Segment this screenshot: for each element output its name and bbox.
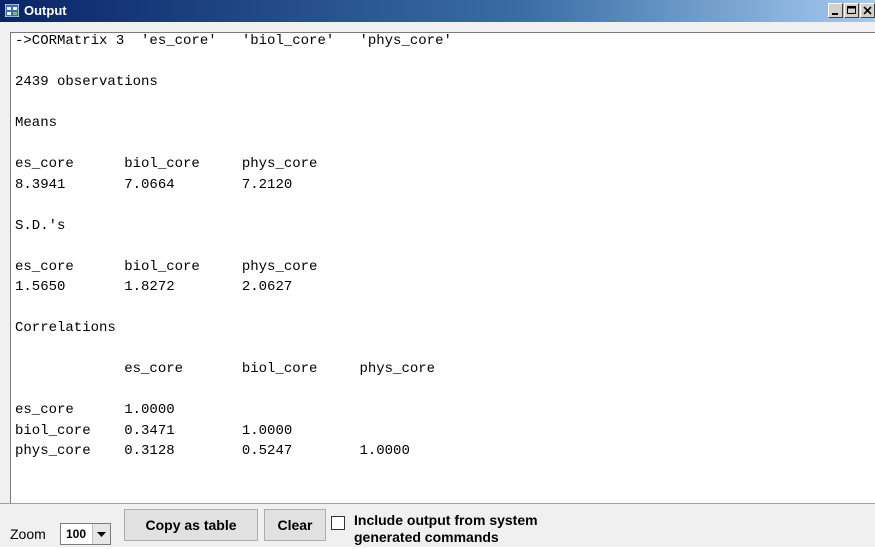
window-frame-left	[0, 22, 10, 508]
chevron-down-icon[interactable]	[92, 524, 110, 544]
zoom-select[interactable]: 100	[60, 523, 111, 545]
close-button[interactable]	[860, 3, 875, 18]
output-line: es_core biol_core phys_core	[15, 156, 318, 172]
output-line: 1.5650 1.8272 2.0627	[15, 279, 293, 295]
minimize-icon	[832, 13, 838, 15]
output-line: Correlations	[15, 320, 116, 336]
output-text-area[interactable]: ->CORMatrix 3 'es_core' 'biol_core' 'phy…	[10, 32, 875, 503]
output-line: es_core biol_core phys_core	[15, 259, 318, 275]
title-bar[interactable]: Output	[0, 0, 875, 22]
zoom-label: Zoom	[10, 526, 46, 542]
window-title: Output	[24, 3, 67, 18]
output-line: 8.3941 7.0664 7.2120	[15, 177, 293, 193]
zoom-value: 100	[66, 527, 87, 541]
include-label-line2: generated commands	[354, 529, 499, 545]
output-line: es_core 1.0000	[15, 402, 175, 418]
close-icon	[863, 6, 872, 15]
output-line: S.D.'s	[15, 218, 66, 234]
include-system-output-checkbox[interactable]	[331, 516, 345, 530]
clear-button[interactable]: Clear	[264, 509, 326, 541]
output-line: 2439 observations	[15, 74, 158, 90]
output-line: biol_core 0.3471 1.0000	[15, 423, 293, 439]
output-line: es_core biol_core phys_core	[15, 361, 436, 377]
app-icon	[4, 3, 20, 18]
copy-as-table-button[interactable]: Copy as table	[124, 509, 258, 541]
bottom-toolbar: Zoom 100 Copy as table Clear Include out…	[0, 503, 875, 547]
output-line: phys_core 0.3128 0.5247 1.0000	[15, 443, 410, 459]
window-frame-top	[10, 22, 875, 32]
output-line: ->CORMatrix 3 'es_core' 'biol_core' 'phy…	[15, 33, 452, 49]
output-window: Output ->CORMatrix 3 'es_core' 'biol_cor…	[0, 0, 875, 547]
output-line: Means	[15, 115, 58, 131]
include-label-line1: Include output from system	[354, 512, 538, 528]
maximize-button[interactable]	[844, 3, 859, 18]
include-system-output-label: Include output from system generated com…	[354, 512, 584, 546]
minimize-button[interactable]	[828, 3, 843, 18]
maximize-icon	[847, 6, 856, 14]
